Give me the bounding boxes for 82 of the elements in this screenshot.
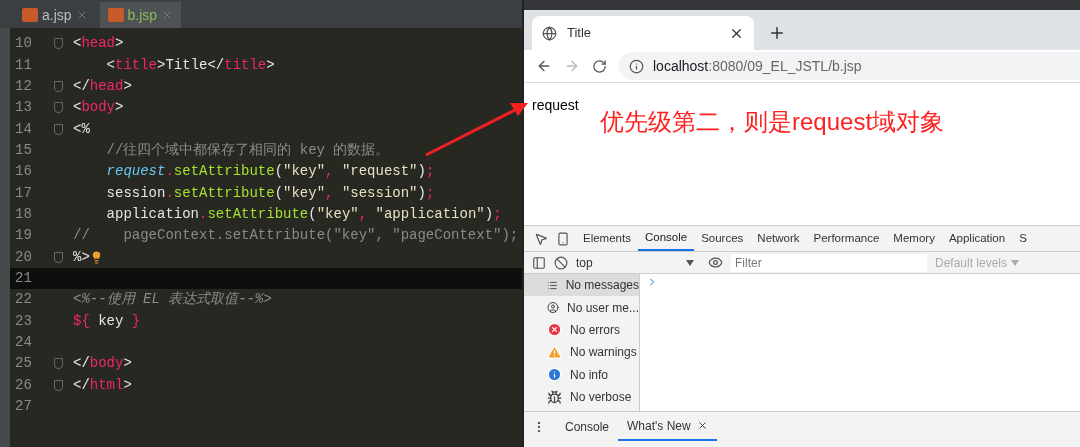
fold-marker-icon[interactable] [54,38,63,50]
sidebar-item[interactable]: No messages [524,274,639,297]
fold-marker-icon[interactable] [54,123,63,135]
code-line: <body> [73,98,124,118]
line-number: 19 [14,226,33,246]
code-line: </html> [73,375,132,395]
devtools-tab[interactable]: S [1012,226,1034,251]
devtools-tab[interactable]: Memory [886,226,942,251]
code-line: <% [73,119,90,139]
close-icon[interactable] [696,420,708,431]
fold-marker-icon[interactable] [54,379,63,391]
back-icon[interactable] [536,58,552,74]
code-line: ${ key } [73,311,141,331]
info-icon [547,367,562,383]
annotation-text: 优先级第二，则是request域对象 [600,107,945,137]
line-number: 23 [14,311,33,331]
code-line: //往四个域中都保存了相同的 key 的数据。 [105,140,390,160]
line-number: 22 [14,290,33,310]
code-line: <head> [73,34,124,54]
fold-marker-icon[interactable] [54,80,63,92]
warning-icon [547,344,562,360]
globe-icon [542,25,557,41]
sidebar-item[interactable]: No errors [524,318,639,342]
sidebar-item[interactable]: No user me... [524,296,639,319]
line-number: 12 [14,76,33,96]
reload-icon[interactable] [592,58,607,74]
line-number: 13 [14,98,33,118]
file-tab[interactable]: a.jsp [14,2,96,28]
line-number: 24 [14,333,33,352]
devtools-tab[interactable]: Sources [694,226,751,251]
devtools-tab[interactable]: Application [941,226,1013,251]
line-number: 18 [14,204,33,224]
code-line: <%--使用 EL 表达式取值--%> [73,290,272,310]
inspect-icon[interactable] [534,231,548,246]
caret-icon [686,259,694,266]
file-tab[interactable]: b.jsp [99,2,182,28]
address-bar[interactable]: localhost:8080/09_EL_JSTL/b.jsp [619,52,1080,80]
clear-icon[interactable] [554,255,568,270]
new-tab-icon[interactable] [768,24,786,42]
line-number: 11 [14,55,33,75]
filter-field[interactable]: Filter [731,253,927,272]
jsp-file-icon [22,8,38,22]
sidebar-item[interactable]: No verbose [524,385,639,409]
info-icon [629,58,644,74]
eye-icon[interactable] [708,255,723,270]
error-icon [547,322,562,338]
sidebar-toggle-icon[interactable] [532,255,546,270]
line-number: 10 [14,34,33,54]
context-dropdown[interactable]: top [576,253,700,272]
line-number: 15 [14,140,33,160]
browser-tab[interactable]: Title [532,16,754,50]
line-number: 27 [14,397,33,416]
sidebar-item[interactable]: No warnings [524,341,639,364]
code-line: %> [73,247,90,267]
code-line: <title>Title</title> [105,55,275,75]
line-number: 14 [14,119,33,139]
page-text: request [532,97,579,113]
fold-marker-icon[interactable] [54,251,63,263]
line-number: 26 [14,375,33,395]
code-line: </head> [73,76,132,96]
code-line: application.setAttribute("key", "application"); [105,204,502,224]
line-number: 16 [14,162,33,182]
code-line: session.setAttribute("key", "session"); [105,183,435,203]
devtools-tab[interactable]: Performance [806,226,887,251]
code-line: </body> [73,354,132,374]
code-line: request.setAttribute("key", "request"); [105,162,435,182]
drawer-tab[interactable]: Console [556,412,619,441]
line-number: 20 [14,247,33,267]
device-icon[interactable] [556,231,570,246]
code-line: // pageContext.setAttribute("key", "pageContext"); [73,226,519,246]
fold-marker-icon[interactable] [54,358,63,370]
jsp-file-icon [107,8,124,22]
bug-icon [547,389,562,405]
line-number: 25 [14,354,33,374]
user-icon [547,300,559,316]
line-number: 21 [14,268,33,288]
line-number: 17 [14,183,33,203]
caret-icon [1011,259,1020,266]
sidebar-item[interactable]: No info [524,363,639,386]
devtools-tab[interactable]: Elements [576,226,638,251]
devtools-tab[interactable]: Network [750,226,807,251]
fold-marker-icon[interactable] [54,102,63,114]
